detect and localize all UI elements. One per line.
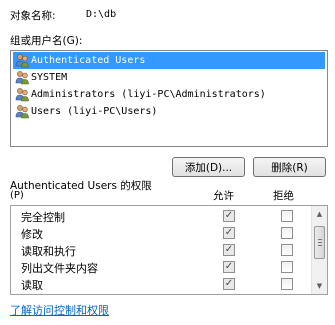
permission-name: 读取 — [21, 279, 43, 292]
deny-checkbox[interactable] — [281, 244, 293, 256]
deny-checkbox[interactable] — [281, 278, 293, 290]
users-icon — [15, 88, 29, 102]
deny-checkbox[interactable] — [281, 210, 293, 222]
user-item-administrators[interactable]: Administrators (liyi-PC\Administrators) — [13, 86, 325, 103]
user-item-label: SYSTEM — [31, 72, 68, 83]
deny-checkbox[interactable] — [281, 227, 293, 239]
user-item-label: Administrators (liyi-PC\Administrators) — [31, 89, 266, 100]
scroll-thumb[interactable] — [314, 226, 325, 259]
allow-checkbox[interactable]: ✓ — [223, 261, 235, 273]
allow-column-header: 允许 — [213, 190, 234, 202]
permissions-scrollbar[interactable]: ▲ ▼ — [311, 206, 327, 294]
allow-checkbox[interactable]: ✓ — [223, 278, 235, 290]
permission-name: 完全控制 — [21, 211, 65, 224]
user-item-authenticated-users[interactable]: Authenticated Users — [13, 52, 325, 69]
permission-row-modify: 修改 ✓ — [11, 225, 311, 242]
allow-checkbox[interactable]: ✓ — [223, 244, 235, 256]
users-icon — [15, 105, 29, 119]
users-listbox[interactable]: Authenticated Users SYSTEM Administrator… — [10, 50, 328, 147]
permission-name: 列出文件夹内容 — [21, 262, 98, 275]
users-icon — [15, 71, 29, 85]
user-item-label: Users (liyi-PC\Users) — [31, 106, 158, 117]
permissions-title: Authenticated Users 的权限 — [10, 180, 152, 192]
scroll-down-icon[interactable]: ▼ — [312, 278, 327, 294]
permission-row-list-folder: 列出文件夹内容 ✓ — [11, 259, 311, 276]
user-item-system[interactable]: SYSTEM — [13, 69, 325, 86]
add-button[interactable]: 添加(D)... — [172, 157, 245, 177]
remove-button[interactable]: 删除(R) — [253, 157, 326, 177]
permissions-title-accelerator: (P) — [10, 190, 24, 201]
permission-row-read: 读取 ✓ — [11, 276, 311, 293]
object-name-label: 对象名称: — [10, 10, 56, 22]
groups-label: 组或用户名(G): — [10, 35, 83, 47]
user-item-users[interactable]: Users (liyi-PC\Users) — [13, 103, 325, 120]
permissions-list[interactable]: 完全控制 ✓ 修改 ✓ 读取和执行 ✓ 列出文件夹内容 ✓ 读取 ✓ ▲ ▼ — [10, 205, 328, 295]
deny-checkbox[interactable] — [281, 261, 293, 273]
access-control-help-link[interactable]: 了解访问控制和权限 — [10, 302, 109, 318]
allow-checkbox[interactable]: ✓ — [223, 210, 235, 222]
users-icon — [15, 54, 29, 68]
object-name-value: D:\db — [86, 9, 117, 20]
permission-row-read-execute: 读取和执行 ✓ — [11, 242, 311, 259]
allow-checkbox[interactable]: ✓ — [223, 227, 235, 239]
permission-row-full-control: 完全控制 ✓ — [11, 208, 311, 225]
deny-column-header: 拒绝 — [273, 190, 294, 202]
user-item-label: Authenticated Users — [31, 55, 146, 66]
permission-name: 修改 — [21, 228, 43, 241]
permission-name: 读取和执行 — [21, 245, 76, 258]
scroll-up-icon[interactable]: ▲ — [312, 206, 327, 222]
